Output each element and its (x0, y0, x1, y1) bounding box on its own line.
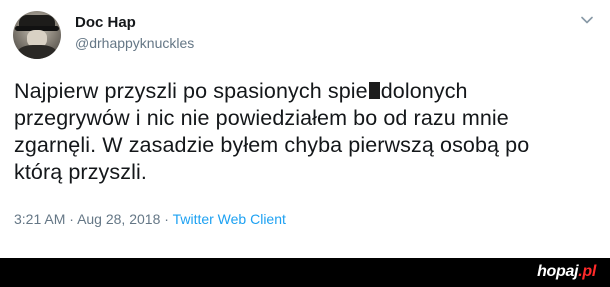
tweet-time[interactable]: 3:21 AM (14, 211, 65, 227)
meta-separator: · (164, 211, 169, 227)
author-name[interactable]: Doc Hap (75, 14, 136, 31)
chevron-down-icon (581, 16, 593, 24)
tweet-text-line: przegrywów i nic nie powiedziałem bo od … (14, 106, 509, 130)
tweet-client-link[interactable]: Twitter Web Client (173, 211, 286, 227)
tweet-card: Doc Hap @drhappyknuckles Najpierw przysz… (0, 0, 610, 258)
watermark-bar (0, 258, 610, 287)
tweet-date[interactable]: Aug 28, 2018 (77, 211, 160, 227)
tweet-text-line: zgarnęli. W zasadzie byłem chyba pierwsz… (14, 133, 530, 157)
tweet-menu-button[interactable] (575, 10, 599, 30)
author-handle[interactable]: @drhappyknuckles (75, 35, 194, 51)
profile-avatar[interactable] (13, 11, 61, 59)
tweet-text-line: którą przyszli. (14, 160, 147, 184)
tweet-meta: 3:21 AM · Aug 28, 2018 · Twitter Web Cli… (14, 211, 286, 227)
censor-block (368, 82, 380, 99)
meta-separator: · (69, 211, 74, 227)
tweet-text: Najpierw przyszli po spasionych spie dolo… (14, 78, 599, 186)
avatar-coat (17, 45, 57, 59)
site-watermark: hopaj.pl (537, 263, 596, 280)
tweet-text-line: Najpierw przyszli po spasionych spie dolo… (14, 79, 468, 103)
